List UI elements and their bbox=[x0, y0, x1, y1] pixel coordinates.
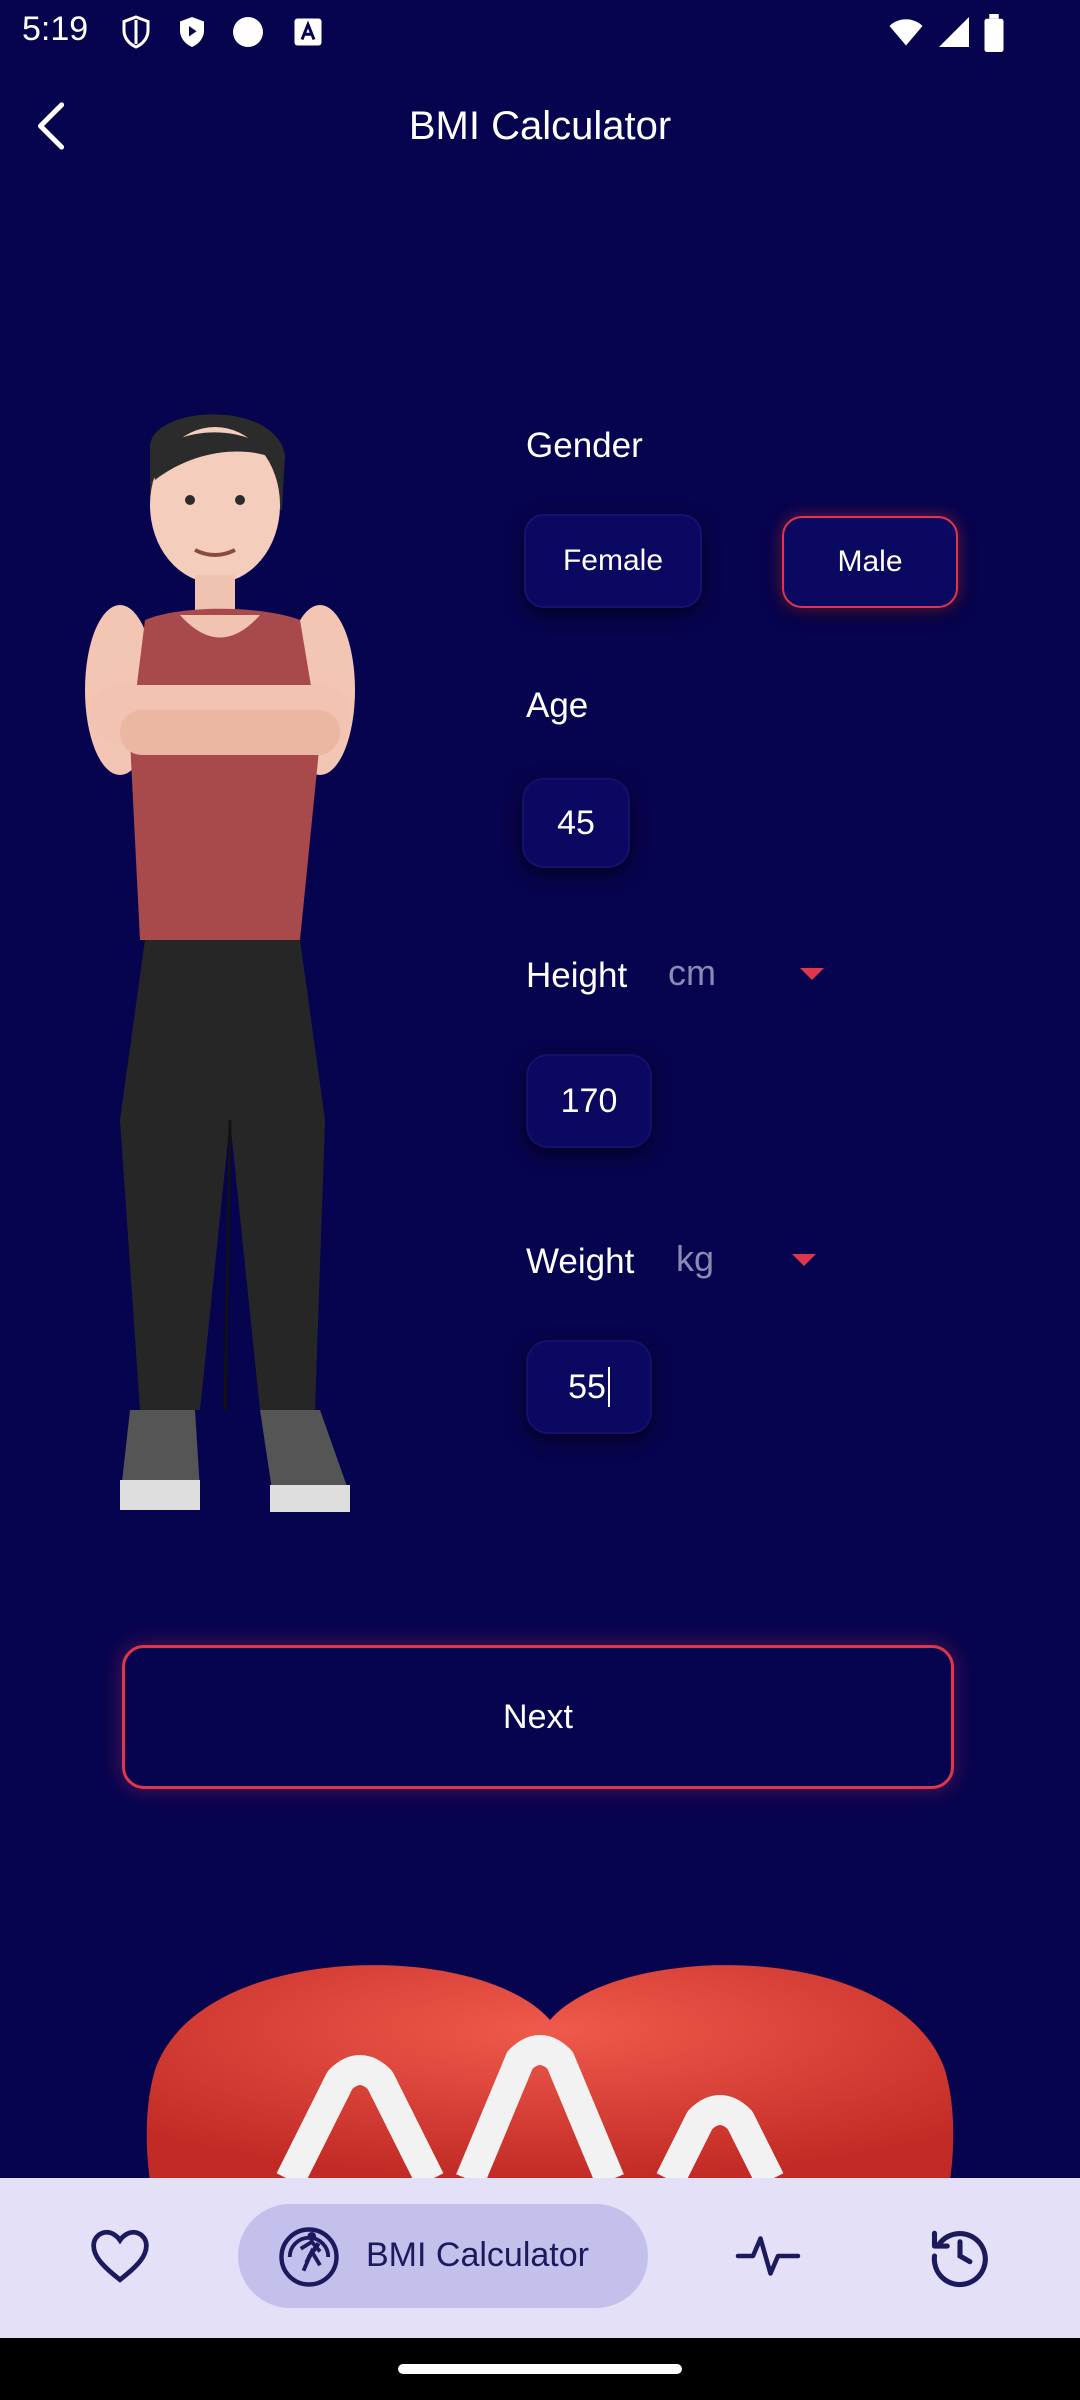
weight-field-value: 55 bbox=[568, 1367, 606, 1406]
shield-status-icon bbox=[122, 15, 150, 49]
weight-label: Weight bbox=[526, 1242, 635, 1281]
history-icon bbox=[931, 2230, 988, 2288]
dot-status-icon bbox=[233, 17, 263, 47]
age-field[interactable]: 45 bbox=[522, 778, 630, 868]
age-label: Age bbox=[526, 686, 589, 725]
nav-item-favorites[interactable] bbox=[70, 2216, 170, 2296]
page-title: BMI Calculator bbox=[408, 104, 672, 148]
signal-icon bbox=[939, 17, 969, 47]
nav-item-bmi-label: BMI Calculator bbox=[366, 2236, 589, 2274]
app-bar: BMI Calculator bbox=[0, 64, 1080, 194]
gender-male-button[interactable]: Male bbox=[782, 516, 958, 608]
screen: 5:19 BMI Calculator Gender Female Male A… bbox=[0, 0, 1080, 2400]
battery-icon bbox=[984, 14, 1004, 52]
next-button[interactable]: Next bbox=[122, 1645, 954, 1789]
a-status-icon bbox=[294, 18, 322, 46]
heart-icon bbox=[91, 2229, 149, 2283]
wifi-icon bbox=[889, 19, 923, 46]
caret-down-icon bbox=[792, 1254, 816, 1266]
play-protect-icon bbox=[180, 17, 204, 47]
gesture-handle[interactable] bbox=[398, 2364, 682, 2374]
status-bar: 5:19 bbox=[0, 0, 1080, 64]
male-avatar-illustration bbox=[85, 414, 355, 1512]
height-unit-dropdown[interactable]: cm bbox=[664, 944, 848, 1006]
gender-label: Gender bbox=[526, 426, 643, 465]
weight-unit-dropdown[interactable]: kg bbox=[672, 1230, 842, 1292]
weight-field[interactable]: 55 bbox=[526, 1340, 652, 1434]
height-field[interactable]: 170 bbox=[526, 1054, 652, 1148]
height-unit-value: cm bbox=[668, 952, 716, 993]
nav-item-bmi-calculator[interactable]: BMI Calculator bbox=[238, 2204, 648, 2308]
nav-item-activity[interactable] bbox=[718, 2216, 818, 2296]
gender-female-button[interactable]: Female bbox=[524, 514, 702, 608]
caret-down-icon bbox=[800, 968, 824, 980]
nav-item-history[interactable] bbox=[910, 2212, 1010, 2300]
height-label: Height bbox=[526, 956, 628, 995]
pulse-icon bbox=[735, 2236, 801, 2276]
weight-unit-value: kg bbox=[676, 1238, 715, 1279]
status-time: 5:19 bbox=[22, 10, 89, 48]
bottom-navigation: BMI Calculator bbox=[0, 2178, 1080, 2338]
bmi-scale-icon bbox=[279, 2227, 339, 2287]
text-cursor bbox=[607, 1367, 610, 1407]
heart-pulse-illustration bbox=[146, 1965, 954, 2180]
